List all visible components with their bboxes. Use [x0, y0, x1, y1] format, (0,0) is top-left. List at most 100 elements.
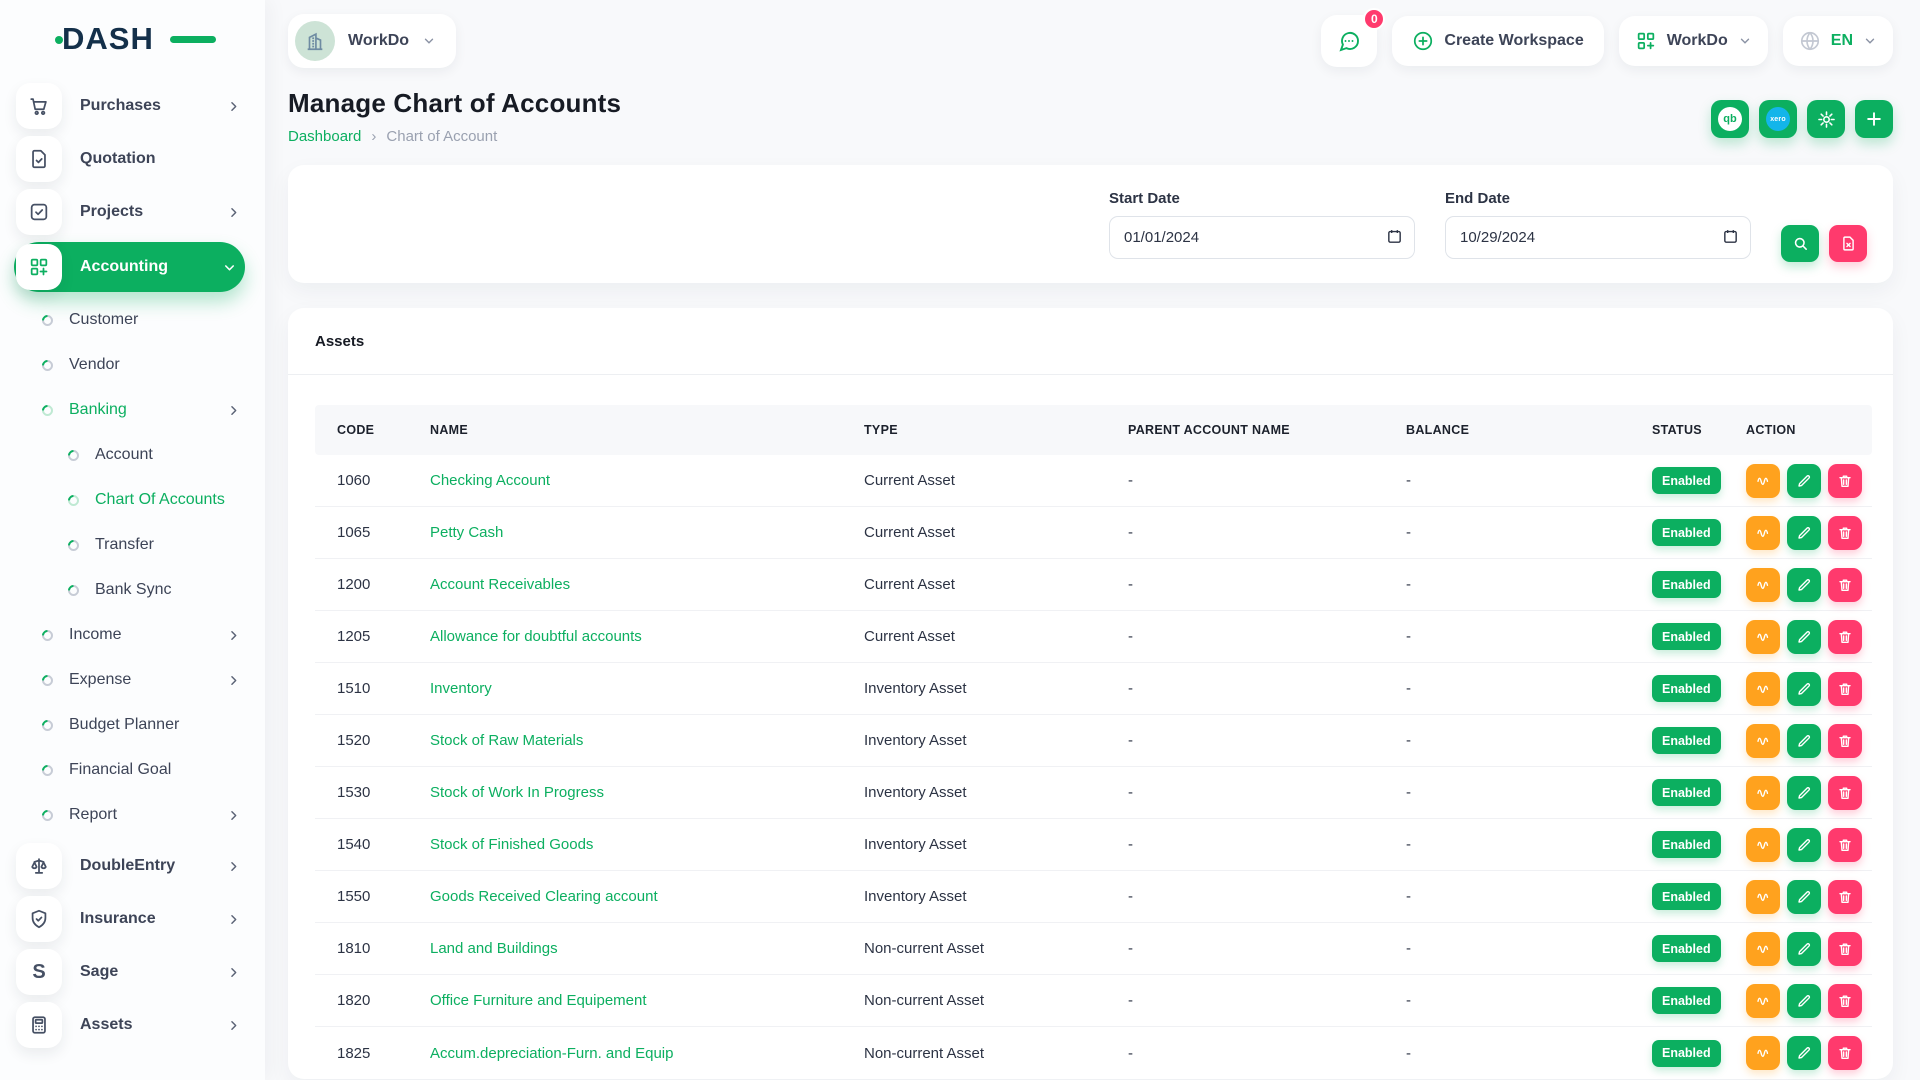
account-name-text[interactable]: Accum.depreciation-Furn. and Equip: [430, 1045, 673, 1062]
sidebar-item-assets[interactable]: Assets: [16, 1002, 249, 1048]
account-name-link[interactable]: Inventory: [430, 680, 864, 697]
status-badge[interactable]: Enabled: [1652, 727, 1721, 754]
xero-button[interactable]: xero: [1759, 100, 1797, 138]
journal-button[interactable]: [1746, 672, 1780, 706]
journal-button[interactable]: [1746, 984, 1780, 1018]
reset-filter-button[interactable]: [1829, 225, 1867, 262]
sidebar-item-budget-planner[interactable]: Budget Planner: [16, 704, 249, 746]
account-name-text[interactable]: Stock of Raw Materials: [430, 732, 583, 749]
settings-button[interactable]: [1807, 100, 1845, 138]
account-name-link[interactable]: Stock of Work In Progress: [430, 784, 864, 801]
status-badge[interactable]: Enabled: [1652, 467, 1721, 494]
delete-button[interactable]: [1828, 620, 1862, 654]
delete-button[interactable]: [1828, 724, 1862, 758]
account-name-link[interactable]: Checking Account: [430, 472, 864, 489]
delete-button[interactable]: [1828, 464, 1862, 498]
account-name-text[interactable]: Inventory: [430, 680, 492, 697]
edit-button[interactable]: [1787, 828, 1821, 862]
account-name-link[interactable]: Stock of Raw Materials: [430, 732, 864, 749]
delete-button[interactable]: [1828, 776, 1862, 810]
sidebar-item-financial-goal[interactable]: Financial Goal: [16, 749, 249, 791]
delete-button[interactable]: [1828, 984, 1862, 1018]
journal-button[interactable]: [1746, 828, 1780, 862]
journal-button[interactable]: [1746, 724, 1780, 758]
calendar-icon[interactable]: [1722, 228, 1739, 245]
journal-button[interactable]: [1746, 932, 1780, 966]
journal-button[interactable]: [1746, 568, 1780, 602]
journal-button[interactable]: [1746, 1036, 1780, 1070]
journal-button[interactable]: [1746, 516, 1780, 550]
account-name-text[interactable]: Checking Account: [430, 472, 550, 489]
status-badge[interactable]: Enabled: [1652, 987, 1721, 1014]
sidebar-item-income[interactable]: Income: [16, 614, 249, 656]
edit-button[interactable]: [1787, 568, 1821, 602]
status-badge[interactable]: Enabled: [1652, 623, 1721, 650]
edit-button[interactable]: [1787, 776, 1821, 810]
calendar-icon[interactable]: [1386, 228, 1403, 245]
account-name-text[interactable]: Allowance for doubtful accounts: [430, 628, 642, 645]
sidebar-item-transfer[interactable]: Transfer: [16, 524, 249, 566]
quickbooks-button[interactable]: qb: [1711, 100, 1749, 138]
account-name-link[interactable]: Allowance for doubtful accounts: [430, 628, 864, 645]
account-name-text[interactable]: Petty Cash: [430, 524, 503, 541]
sidebar-item-quotation[interactable]: Quotation: [16, 136, 249, 182]
workspace-selector[interactable]: WorkDo: [288, 14, 456, 68]
account-name-text[interactable]: Goods Received Clearing account: [430, 888, 658, 905]
account-name-text[interactable]: Stock of Work In Progress: [430, 784, 604, 801]
edit-button[interactable]: [1787, 464, 1821, 498]
add-account-button[interactable]: [1855, 100, 1893, 138]
create-workspace-button[interactable]: Create Workspace: [1392, 16, 1603, 66]
delete-button[interactable]: [1828, 880, 1862, 914]
account-name-text[interactable]: Office Furniture and Equipement: [430, 992, 647, 1009]
sidebar-item-doubleentry[interactable]: DoubleEntry: [16, 843, 249, 889]
end-date-input[interactable]: [1445, 216, 1751, 259]
status-badge[interactable]: Enabled: [1652, 935, 1721, 962]
account-name-text[interactable]: Land and Buildings: [430, 940, 558, 957]
status-badge[interactable]: Enabled: [1652, 779, 1721, 806]
status-badge[interactable]: Enabled: [1652, 675, 1721, 702]
sidebar-item-purchases[interactable]: Purchases: [16, 83, 249, 129]
breadcrumb-dashboard-link[interactable]: Dashboard: [288, 128, 361, 145]
sidebar-item-sage[interactable]: SSage: [16, 949, 249, 995]
edit-button[interactable]: [1787, 984, 1821, 1018]
journal-button[interactable]: [1746, 464, 1780, 498]
start-date-input[interactable]: [1109, 216, 1415, 259]
account-name-link[interactable]: Account Receivables: [430, 576, 864, 593]
account-name-link[interactable]: Land and Buildings: [430, 940, 864, 957]
sidebar-item-expense[interactable]: Expense: [16, 659, 249, 701]
messages-button[interactable]: 0: [1321, 15, 1377, 67]
sidebar-item-bank-sync[interactable]: Bank Sync: [16, 569, 249, 611]
journal-button[interactable]: [1746, 620, 1780, 654]
edit-button[interactable]: [1787, 516, 1821, 550]
delete-button[interactable]: [1828, 672, 1862, 706]
edit-button[interactable]: [1787, 932, 1821, 966]
account-name-text[interactable]: Stock of Finished Goods: [430, 836, 593, 853]
sidebar-item-vendor[interactable]: Vendor: [16, 344, 249, 386]
brand-logo[interactable]: DASH: [62, 22, 202, 56]
status-badge[interactable]: Enabled: [1652, 883, 1721, 910]
sidebar-item-projects[interactable]: Projects: [16, 189, 249, 235]
journal-button[interactable]: [1746, 880, 1780, 914]
sidebar-item-report[interactable]: Report: [16, 794, 249, 836]
account-name-link[interactable]: Petty Cash: [430, 524, 864, 541]
delete-button[interactable]: [1828, 516, 1862, 550]
search-button[interactable]: [1781, 225, 1819, 262]
sidebar-item-insurance[interactable]: Insurance: [16, 896, 249, 942]
delete-button[interactable]: [1828, 1036, 1862, 1070]
edit-button[interactable]: [1787, 724, 1821, 758]
edit-button[interactable]: [1787, 1036, 1821, 1070]
account-name-text[interactable]: Account Receivables: [430, 576, 570, 593]
edit-button[interactable]: [1787, 672, 1821, 706]
language-selector[interactable]: EN: [1783, 16, 1893, 66]
status-badge[interactable]: Enabled: [1652, 519, 1721, 546]
status-badge[interactable]: Enabled: [1652, 831, 1721, 858]
sidebar-item-accounting[interactable]: Accounting: [14, 242, 245, 292]
edit-button[interactable]: [1787, 620, 1821, 654]
delete-button[interactable]: [1828, 828, 1862, 862]
status-badge[interactable]: Enabled: [1652, 1040, 1721, 1067]
sidebar-item-account[interactable]: Account: [16, 434, 249, 476]
delete-button[interactable]: [1828, 932, 1862, 966]
journal-button[interactable]: [1746, 776, 1780, 810]
workspace-menu[interactable]: WorkDo: [1619, 16, 1768, 66]
status-badge[interactable]: Enabled: [1652, 571, 1721, 598]
